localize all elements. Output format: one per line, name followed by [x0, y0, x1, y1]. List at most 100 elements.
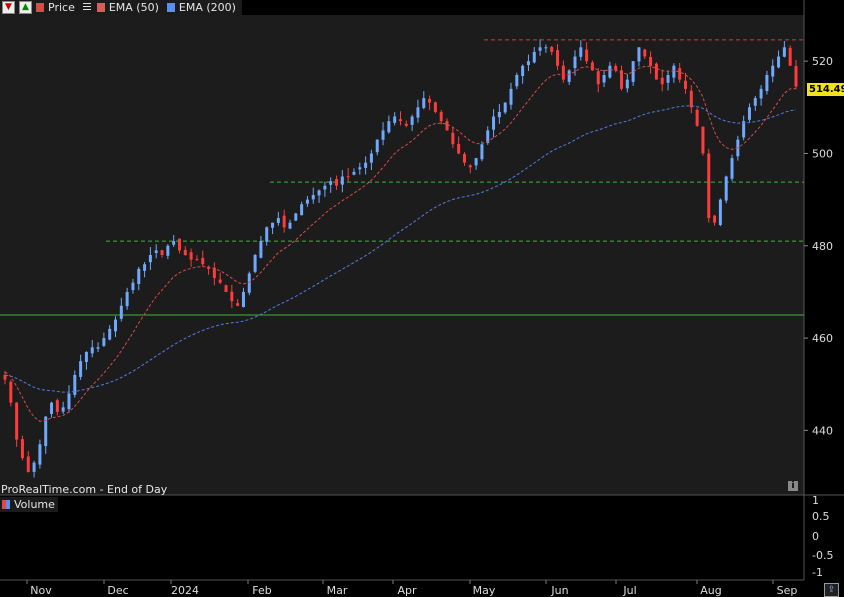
candle-body — [317, 190, 321, 196]
candle-body — [561, 65, 565, 80]
candle-body — [765, 75, 769, 92]
candle-body — [189, 252, 193, 260]
candle-body — [747, 107, 751, 120]
y-tick-label: 460 — [812, 332, 833, 345]
x-tick-label: 2024 — [171, 584, 199, 597]
candle-body — [660, 77, 664, 85]
candle-body — [172, 241, 176, 245]
candle-body — [352, 171, 356, 175]
y-tick-label: 440 — [812, 424, 833, 437]
candle-body — [404, 123, 408, 126]
candle-body — [759, 88, 763, 99]
candle-body — [637, 47, 641, 62]
volume-tick-label: 0.5 — [812, 510, 830, 523]
volume-label: Volume — [14, 498, 55, 511]
candle-body — [521, 65, 525, 76]
volume-tick-label: 0 — [812, 530, 819, 543]
legend-ema200[interactable]: EMA (200) — [165, 1, 236, 14]
candle-body — [241, 291, 245, 307]
candle-body — [538, 47, 542, 51]
candle-body — [794, 66, 798, 87]
candle-body — [433, 102, 437, 112]
candle-body — [393, 116, 397, 123]
candle-body — [573, 56, 577, 69]
legend-ema50[interactable]: EMA (50) — [95, 1, 159, 14]
candle-body — [503, 102, 507, 113]
candle-body — [96, 347, 100, 349]
grip-icon[interactable] — [82, 3, 91, 12]
collapse-up-icon[interactable]: ▲ — [19, 1, 32, 14]
chart-legend: ▼ ▲ Price EMA (50) EMA (200) — [0, 0, 242, 15]
info-icon[interactable]: i — [788, 481, 798, 491]
candle-body — [340, 176, 344, 185]
volume-legend[interactable]: Volume — [0, 497, 58, 512]
candle-body — [236, 303, 240, 306]
candle-body — [381, 130, 385, 140]
candle-body — [224, 285, 228, 292]
y-tick-label: 480 — [812, 240, 833, 253]
candle-body — [585, 49, 589, 62]
candle-body — [492, 116, 496, 130]
price-chart[interactable]: 440 460 480 500 520 1 0.5 0 -0.5 -1 Nov Dec 2024 Feb M… — [0, 0, 844, 597]
candle-body — [119, 305, 123, 319]
candle-body — [550, 46, 554, 52]
x-tick-label: May — [473, 584, 496, 597]
candle-body — [375, 139, 379, 153]
candle-body — [556, 50, 560, 66]
candle-body — [654, 63, 658, 80]
collapse-down-icon[interactable]: ▼ — [2, 1, 15, 14]
candle-body — [15, 402, 19, 440]
candle-body — [265, 227, 269, 242]
candle-body — [724, 176, 728, 201]
candle-body — [67, 393, 71, 410]
candle-body — [590, 62, 594, 71]
candle-body — [218, 279, 222, 283]
candle-body — [20, 439, 24, 459]
ema200-swatch — [166, 3, 175, 12]
candle-body — [79, 361, 83, 377]
candle-body — [416, 107, 420, 118]
candle-body — [422, 98, 426, 108]
source-label: ProRealTime.com - End of Day — [1, 483, 168, 496]
candle-body — [26, 456, 30, 472]
candle-body — [282, 215, 286, 228]
legend-price[interactable]: Price — [34, 1, 75, 14]
candle-body — [148, 255, 152, 263]
candle-body — [625, 79, 629, 89]
candle-body — [515, 75, 519, 87]
scale-icon[interactable]: ⇪ — [824, 583, 839, 597]
candle-body — [271, 222, 275, 228]
candle-body — [439, 112, 443, 122]
price-swatch — [36, 3, 44, 12]
candle-body — [253, 255, 257, 272]
candle-body — [695, 110, 699, 126]
candle-body — [730, 158, 734, 179]
legend-price-label: Price — [48, 1, 75, 14]
candle-body — [602, 75, 606, 83]
candle-body — [177, 238, 181, 251]
candle-body — [608, 65, 612, 78]
candle-body — [387, 121, 391, 133]
candle-body — [451, 132, 455, 145]
candle-body — [294, 213, 298, 221]
candle-body — [195, 259, 199, 261]
candle-body — [305, 199, 309, 204]
candle-body — [288, 222, 292, 229]
legend-ema50-label: EMA (50) — [108, 1, 159, 14]
x-tick-label: Sep — [777, 584, 798, 597]
candle-body — [276, 218, 280, 223]
candle-body — [311, 195, 315, 200]
candle-body — [718, 199, 722, 226]
candle-body — [61, 407, 65, 412]
candle-body — [183, 249, 187, 255]
candle-body — [468, 165, 472, 168]
y-tick-label: 520 — [812, 55, 833, 68]
candle-body — [399, 119, 402, 122]
candle-body — [84, 351, 88, 362]
candle-body — [212, 267, 216, 279]
x-tick-label: Aug — [700, 584, 721, 597]
ema50-swatch — [96, 3, 105, 12]
last-price-badge: 514.49 — [807, 83, 844, 96]
candle-body — [323, 185, 327, 190]
candle-body — [114, 319, 118, 332]
